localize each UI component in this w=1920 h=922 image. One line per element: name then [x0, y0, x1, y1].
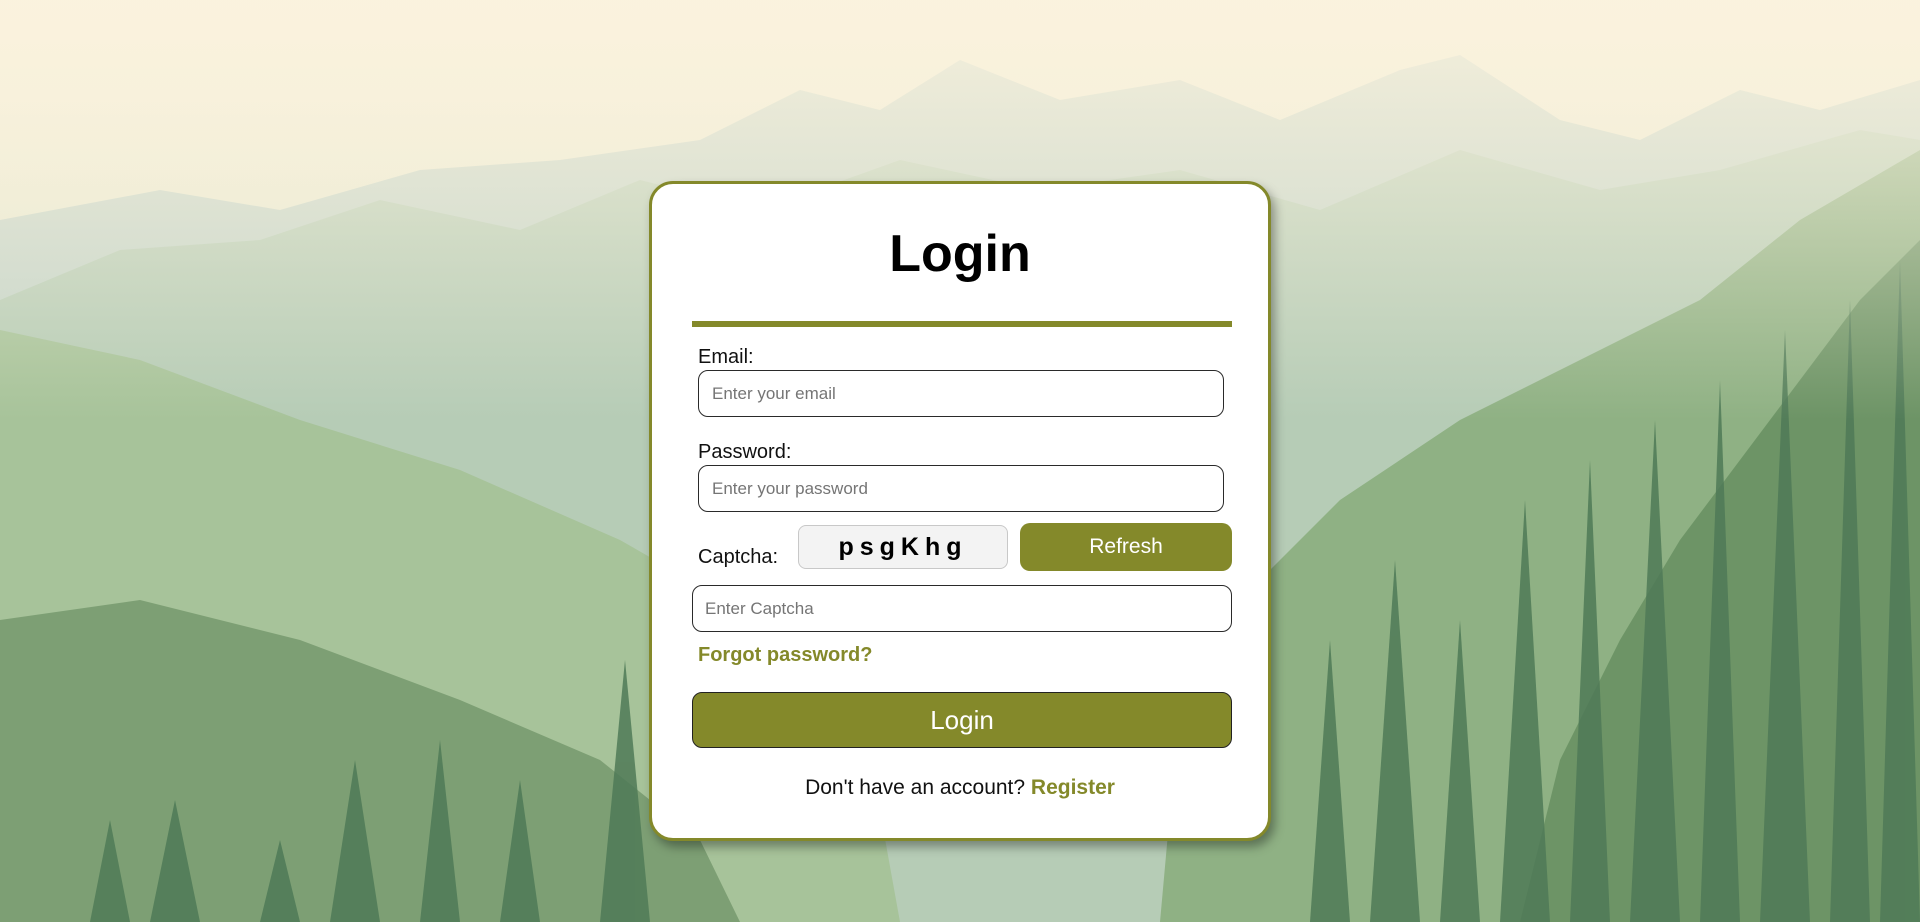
login-title: Login [889, 225, 1031, 283]
forgot-password-link[interactable]: Forgot password? [698, 644, 872, 667]
register-prompt-row: Don't have an account? Register [652, 776, 1268, 800]
login-submit-button[interactable]: Login [692, 692, 1232, 748]
login-card: Login Email: Password: Captcha: psgKhg R… [649, 181, 1271, 841]
email-label: Email: [698, 346, 754, 368]
captcha-label: Captcha: [698, 546, 779, 568]
password-label: Password: [698, 441, 792, 463]
register-prompt-text: Don't have an account? [805, 776, 1026, 799]
title-divider [692, 321, 1232, 327]
captcha-code: psgKhg [798, 525, 1008, 569]
refresh-captcha-button[interactable]: Refresh [1020, 523, 1232, 571]
captcha-input[interactable] [692, 585, 1232, 632]
password-input[interactable] [698, 465, 1224, 512]
email-input[interactable] [698, 370, 1224, 417]
register-link[interactable]: Register [1031, 776, 1115, 799]
